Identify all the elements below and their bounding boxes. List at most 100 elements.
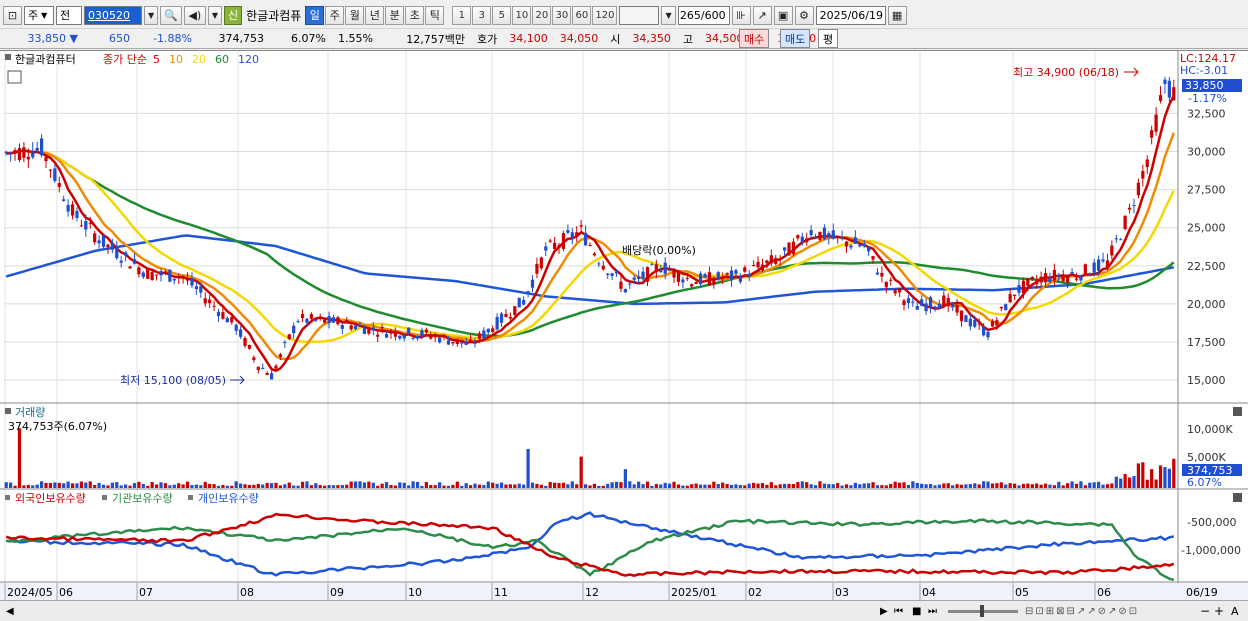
buy-button[interactable]: 매수 (739, 29, 770, 48)
candle-body (407, 327, 411, 333)
candle-body (756, 261, 760, 268)
candle-body (685, 278, 689, 280)
volume-bar (1092, 482, 1096, 488)
scroll-right-icon[interactable]: ▶ (880, 606, 888, 617)
period-button-0[interactable]: 일 (305, 5, 325, 25)
candle-body (460, 342, 464, 344)
candle-body (88, 222, 92, 224)
bottom-scrollbar[interactable]: ◀ ▶ ⏮ ■ ⏭ ⊟⊡⊞⊠⊟↗↗⊘↗⊘⊡ − + A (0, 600, 1248, 621)
volume-bar (800, 481, 804, 488)
x-label-5: 10 (408, 586, 422, 599)
current-pct-axis: -1.17% (1188, 92, 1227, 105)
candle-body (283, 342, 287, 344)
prev-select[interactable]: 전 (56, 5, 82, 25)
volume-bar (522, 484, 526, 488)
candle-body (681, 279, 685, 283)
interval-button-30[interactable]: 30 (552, 5, 572, 25)
code-dropdown-icon[interactable]: ▼ (144, 5, 159, 25)
volume-bar (539, 484, 543, 488)
interval-button-20[interactable]: 20 (532, 5, 552, 25)
save-icon[interactable]: ▣ (773, 5, 793, 25)
interval-button-1[interactable]: 1 (452, 5, 472, 25)
sell-button[interactable]: 매도 (780, 29, 811, 48)
speaker-dropdown-icon[interactable]: ▼ (207, 5, 223, 25)
zoom-in-icon[interactable]: + (1214, 604, 1224, 618)
candle-type-icon[interactable]: ⊪ (731, 5, 751, 25)
avg-button[interactable]: 평 (818, 29, 839, 48)
volume-bar (867, 483, 871, 488)
volume-bar (588, 485, 592, 488)
stop-icon[interactable]: ■ (912, 606, 921, 617)
candle-body (278, 354, 283, 357)
scroll-left-icon[interactable]: ◀ (6, 606, 14, 617)
interval-dropdown-icon[interactable]: ▼ (661, 5, 676, 25)
volume-close-icon[interactable] (1233, 407, 1242, 416)
volume-bar (216, 485, 221, 488)
volume-bar (393, 485, 398, 488)
candle-body (690, 284, 694, 287)
volume-bar (230, 485, 234, 488)
speaker-icon[interactable]: ◀) (183, 5, 206, 25)
period-button-6[interactable]: 틱 (425, 5, 445, 25)
period-button-1[interactable]: 주 (325, 5, 345, 25)
candle-body (513, 306, 517, 315)
candle-body (247, 345, 252, 349)
gear-icon[interactable]: ⚙ (794, 5, 814, 25)
date-field[interactable]: 2025/06/19 (815, 5, 886, 25)
candle-body (557, 244, 561, 248)
candle-body (619, 281, 623, 289)
search-icon[interactable]: 🔍 (160, 5, 182, 25)
volume-bar (1141, 462, 1145, 488)
volume-bar (999, 482, 1003, 488)
zoom-handle[interactable] (980, 605, 984, 617)
legend-item-0: 종가 단순 (103, 53, 147, 66)
holding-close-icon[interactable] (1233, 493, 1242, 502)
interval-button-60[interactable]: 60 (572, 5, 592, 25)
candle-body (535, 263, 539, 274)
stock-chart[interactable]: 한글과컴퓨터 종가 단순 5 10 20 60 120 LC:124.17 HC:-3.0… (0, 51, 1248, 602)
volume-bar (844, 484, 849, 488)
candle-body (1074, 278, 1079, 280)
volume-bar (44, 482, 48, 488)
candle-body (31, 150, 35, 158)
count-field[interactable]: 265/600 (677, 5, 730, 25)
stock-code-input[interactable]: 030520 (84, 5, 142, 25)
candle-body (867, 246, 871, 252)
calendar-icon[interactable]: ▦ (887, 5, 907, 25)
period-button-2[interactable]: 월 (345, 5, 365, 25)
period-select[interactable]: 주 ▼ (24, 5, 54, 25)
tool-icons[interactable]: ⊟⊡⊞⊠⊟↗↗⊘↗⊘⊡ (1025, 606, 1139, 617)
candle-body (185, 278, 190, 281)
volume-bar (110, 482, 114, 488)
last-page-icon[interactable]: ⏭ (928, 606, 937, 617)
candle-body (261, 367, 265, 369)
first-page-icon[interactable]: ⏮ (894, 606, 903, 617)
hc-label: HC:-3.01 (1180, 64, 1228, 77)
candle-body (597, 263, 601, 265)
volume-bar (39, 481, 44, 488)
period-button-3[interactable]: 년 (365, 5, 385, 25)
period-button-4[interactable]: 분 (385, 5, 405, 25)
interval-button-120[interactable]: 120 (592, 5, 618, 25)
zoom-out-icon[interactable]: − (1200, 604, 1210, 618)
interval-button-5[interactable]: 5 (492, 5, 512, 25)
chart-area[interactable]: 한글과컴퓨터 종가 단순 5 10 20 60 120 LC:124.17 HC:-3.0… (0, 50, 1248, 602)
interval-input[interactable] (619, 5, 660, 25)
table-icon[interactable] (7, 70, 22, 84)
period-button-5[interactable]: 초 (405, 5, 425, 25)
candle-body (849, 245, 853, 248)
draw-tools-icon[interactable]: ↗ (752, 5, 772, 25)
ask-label: 호가 (477, 32, 498, 46)
font-size-icon[interactable]: A (1231, 605, 1239, 618)
candle-body (588, 244, 592, 246)
candle-body (517, 297, 521, 308)
volume-bar (637, 481, 641, 488)
candle-body (716, 272, 720, 280)
candle-body (703, 274, 707, 278)
volume-bar (53, 482, 57, 488)
candle-body (858, 244, 862, 247)
volume-bar (451, 484, 455, 488)
interval-button-10[interactable]: 10 (512, 5, 532, 25)
window-icon[interactable]: ⊡ (3, 5, 22, 25)
interval-button-3[interactable]: 3 (472, 5, 492, 25)
